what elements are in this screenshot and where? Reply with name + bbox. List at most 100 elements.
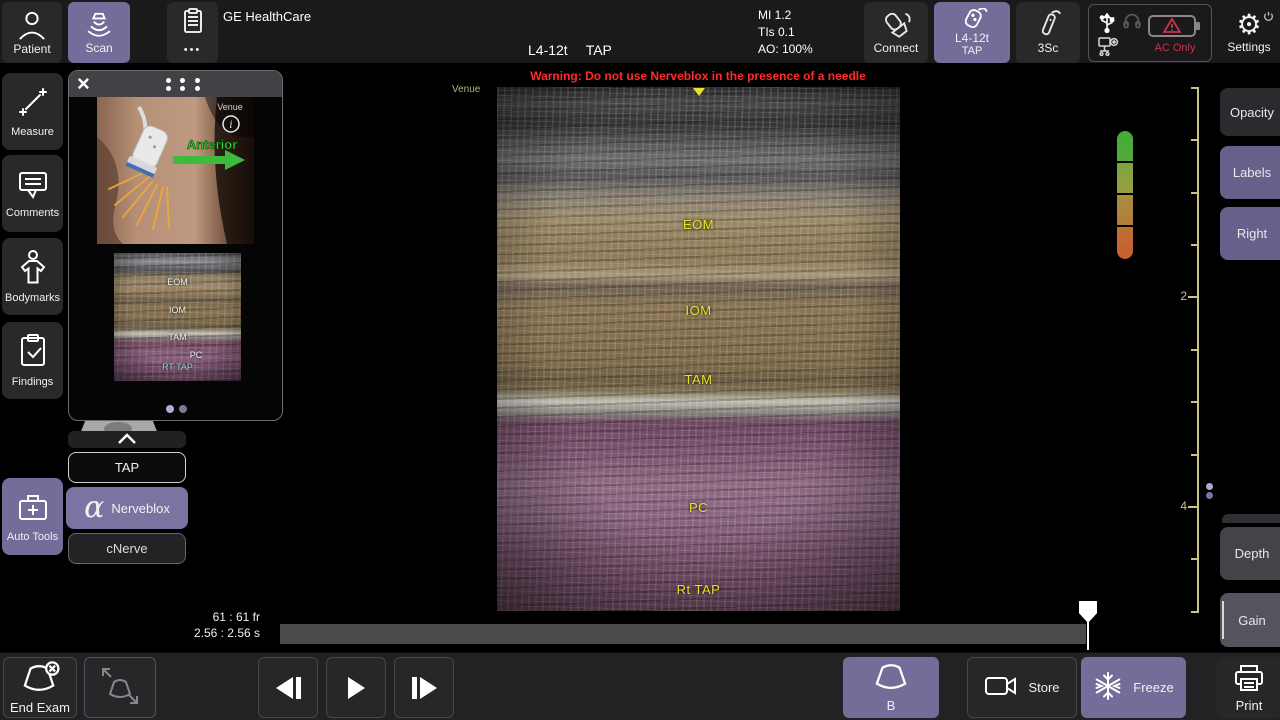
sidebar-item-auto-tools[interactable]: Auto Tools bbox=[2, 478, 63, 555]
active-probe-icon bbox=[955, 8, 989, 32]
probe-3sc-label: 3Sc bbox=[1038, 42, 1059, 55]
store-button[interactable]: Store bbox=[967, 657, 1077, 718]
ultrasound-image[interactable]: EOM IOM TAM PC Rt TAP bbox=[497, 87, 900, 611]
ao-value: AO: 100% bbox=[758, 41, 813, 58]
collapse-panel-button[interactable] bbox=[68, 431, 186, 448]
cine-scrubber-handle[interactable] bbox=[1079, 601, 1097, 623]
fullscreen-scan-button[interactable] bbox=[84, 657, 156, 718]
patient-icon bbox=[17, 9, 47, 41]
printer-icon bbox=[1232, 663, 1266, 696]
ruler-label-4: 4 bbox=[1173, 499, 1187, 513]
info-symbol: i bbox=[229, 120, 232, 131]
thumb-label-eom: EOM bbox=[114, 277, 241, 287]
close-icon[interactable]: × bbox=[77, 71, 90, 97]
page-dot-active[interactable] bbox=[166, 405, 174, 413]
preset-name-text: TAP bbox=[586, 42, 612, 58]
panel-page-dot[interactable] bbox=[1206, 492, 1213, 499]
anterior-label: Anterior bbox=[187, 137, 238, 152]
probe-3sc-button[interactable]: 3Sc bbox=[1016, 2, 1080, 63]
worksheet-button[interactable]: ••• bbox=[167, 2, 218, 63]
cine-play-button[interactable] bbox=[326, 657, 386, 718]
system-status-group: AC Only bbox=[1088, 4, 1212, 62]
panel-page-dot-active[interactable] bbox=[1206, 483, 1213, 490]
alpha-icon: α bbox=[84, 493, 104, 523]
active-probe-preset: TAP bbox=[962, 45, 983, 57]
labels-label: Labels bbox=[1233, 165, 1271, 180]
tap-preset-label: TAP bbox=[115, 460, 139, 475]
probe-3sc-icon bbox=[1033, 10, 1063, 40]
gain-button[interactable]: Gain bbox=[1220, 593, 1280, 647]
step-back-bar bbox=[296, 677, 301, 699]
drag-handle-icon[interactable] bbox=[161, 76, 205, 93]
step-forward-icon bbox=[420, 677, 437, 699]
findings-icon bbox=[17, 333, 49, 372]
auto-tools-icon bbox=[15, 490, 51, 527]
focus-marker-icon bbox=[693, 88, 705, 96]
end-exam-button[interactable]: End Exam bbox=[3, 657, 77, 718]
texture-overlay bbox=[497, 87, 900, 611]
print-button[interactable]: Print bbox=[1216, 657, 1280, 718]
venue-scan-label: Venue bbox=[452, 84, 480, 95]
freeze-button[interactable]: Freeze bbox=[1081, 657, 1186, 718]
right-side-label: Right bbox=[1237, 226, 1267, 241]
colorbar-segment bbox=[1117, 195, 1133, 225]
scan-label-tam: TAM bbox=[497, 372, 900, 387]
reference-thumbnail: EOM IOM TAM PC RT TAP bbox=[114, 253, 241, 381]
b-mode-button[interactable]: B bbox=[843, 657, 939, 718]
nerveblox-label: Nerveblox bbox=[111, 501, 170, 516]
cine-scrubber-track[interactable] bbox=[280, 624, 1086, 644]
sidebar-label: Bodymarks bbox=[5, 292, 60, 304]
sidebar-item-findings[interactable]: Findings bbox=[2, 322, 63, 399]
tap-preset-button[interactable]: TAP bbox=[68, 452, 186, 483]
opacity-label: Opacity bbox=[1230, 105, 1274, 120]
step-back-icon bbox=[276, 677, 293, 699]
gain-label: Gain bbox=[1238, 613, 1265, 628]
sidebar-item-bodymarks[interactable]: Bodymarks bbox=[2, 238, 63, 315]
settings-button[interactable]: ⚙ Settings bbox=[1218, 2, 1280, 63]
ruler-line bbox=[1197, 87, 1199, 613]
probe-name-text: L4-12t bbox=[528, 42, 568, 58]
nerveblox-button[interactable]: α Nerveblox bbox=[66, 487, 188, 529]
brand-logo: GE HealthCare bbox=[223, 9, 311, 24]
scan-label-rt-tap: Rt TAP bbox=[497, 582, 900, 597]
depth-rocker-edge bbox=[1222, 514, 1280, 523]
opacity-button[interactable]: Opacity bbox=[1220, 88, 1280, 136]
cine-seconds: 2.56 : 2.56 s bbox=[150, 625, 260, 641]
cnerve-label: cNerve bbox=[106, 541, 147, 556]
sidebar-label: Measure bbox=[11, 126, 54, 138]
cine-scrubber-needle bbox=[1087, 621, 1089, 650]
cine-step-forward-button[interactable] bbox=[394, 657, 454, 718]
thumb-label-rt-tap: RT TAP bbox=[114, 362, 241, 372]
cine-step-back-button[interactable] bbox=[258, 657, 318, 718]
patient-button[interactable]: Patient bbox=[2, 2, 62, 63]
scan-label-pc: PC bbox=[497, 500, 900, 515]
video-camera-icon bbox=[984, 675, 1018, 700]
expand-sector-icon bbox=[98, 664, 142, 711]
gear-icon: ⚙ bbox=[1236, 11, 1261, 39]
ruler-label-2: 2 bbox=[1173, 289, 1187, 303]
settings-label: Settings bbox=[1227, 41, 1270, 54]
colorbar-segment bbox=[1117, 163, 1133, 193]
labels-button[interactable]: Labels bbox=[1220, 146, 1280, 199]
sidebar-item-measure[interactable]: Measure bbox=[2, 73, 63, 150]
scan-button[interactable]: Scan bbox=[68, 2, 130, 63]
usb-icon bbox=[1099, 11, 1115, 38]
b-mode-label: B bbox=[887, 698, 896, 713]
colorbar-segment bbox=[1117, 227, 1133, 259]
bottom-bar: End Exam B bbox=[0, 652, 1280, 720]
cnerve-button[interactable]: cNerve bbox=[68, 533, 186, 564]
page-dot[interactable] bbox=[179, 405, 187, 413]
depth-button[interactable]: Depth bbox=[1220, 527, 1280, 580]
tis-value: TIs 0.1 bbox=[758, 24, 813, 41]
needle-warning-text: Warning: Do not use Nerveblox in the pre… bbox=[283, 69, 1113, 83]
bodymarks-icon bbox=[16, 249, 50, 288]
popup-header[interactable]: × bbox=[69, 71, 282, 97]
connect-probe-button[interactable]: Connect bbox=[864, 2, 928, 63]
patient-label: Patient bbox=[13, 43, 50, 56]
right-side-button[interactable]: Right bbox=[1220, 207, 1280, 260]
measure-icon bbox=[16, 85, 50, 122]
sidebar-item-comments[interactable]: Comments bbox=[2, 155, 63, 232]
active-probe-button[interactable]: L4-12t TAP bbox=[934, 2, 1010, 63]
print-label: Print bbox=[1236, 698, 1263, 713]
step-forward-bar bbox=[412, 677, 417, 699]
